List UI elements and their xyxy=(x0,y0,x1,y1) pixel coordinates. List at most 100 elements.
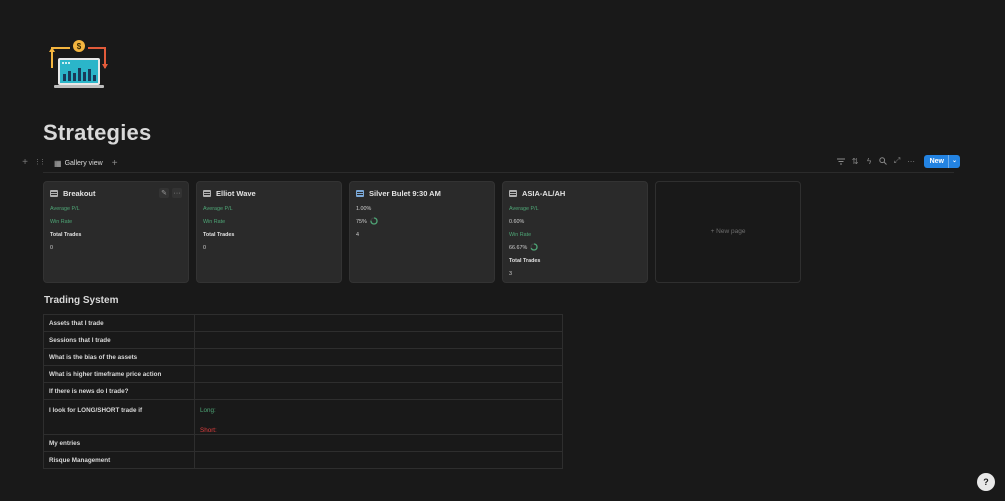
card-icon xyxy=(50,190,58,197)
table-row: What is the bias of the assets xyxy=(43,348,563,366)
table-row: My entries xyxy=(43,434,563,452)
gallery-card[interactable]: Silver Bulet 9:30 AM 1.00% 75% 4 xyxy=(349,181,495,283)
card-property-value: Total Trades xyxy=(50,232,82,238)
table-row: Risque Management xyxy=(43,451,563,469)
row-value-cell[interactable] xyxy=(194,314,563,332)
card-header: Breakout xyxy=(50,189,96,198)
card-property-value: 66.67% xyxy=(509,245,528,251)
card-property: 0 xyxy=(203,244,234,257)
card-header: Elliot Wave xyxy=(203,189,256,198)
sort-icon[interactable]: ⇅ xyxy=(851,154,860,168)
gallery-card[interactable]: Elliot Wave Average P/L Win Rate Total Trad… xyxy=(196,181,342,283)
chevron-down-icon[interactable]: ⌄ xyxy=(947,154,960,168)
database-toolbar: + ⋮⋮ ▦ Gallery view + ⇅ ϟ ⤢ ··· New ⌄ xyxy=(20,154,960,170)
card-property-value: 4 xyxy=(356,232,359,238)
new-button[interactable]: New ⌄ xyxy=(923,154,960,168)
card-property-value: 0.60% xyxy=(509,219,525,225)
card-property: Win Rate xyxy=(203,218,234,231)
card-property-value: Total Trades xyxy=(509,258,541,264)
card-properties: Average P/L 0.60% Win Rate 66.67% Total Trad… xyxy=(509,205,540,283)
progress-ring xyxy=(370,217,378,225)
card-property-value: 75% xyxy=(356,219,367,225)
row-value-cell[interactable] xyxy=(194,382,563,400)
more-icon[interactable]: ··· xyxy=(907,154,916,168)
card-property: Total Trades xyxy=(509,257,540,270)
view-tabs: + ⋮⋮ ▦ Gallery view + xyxy=(20,156,118,170)
card-property: Total Trades xyxy=(50,231,81,244)
search-icon[interactable] xyxy=(879,154,888,168)
card-property-value: Win Rate xyxy=(203,219,226,225)
svg-text:$: $ xyxy=(77,42,82,51)
card-properties: 1.00% 75% 4 xyxy=(356,205,378,244)
card-title: Silver Bulet 9:30 AM xyxy=(369,189,441,198)
card-title: Elliot Wave xyxy=(216,189,256,198)
card-icon xyxy=(203,190,211,197)
gallery-card[interactable]: Breakout ✎ ··· Average P/L Win Rate Total Tra… xyxy=(43,181,189,283)
card-property: Total Trades xyxy=(203,231,234,244)
gallery-card[interactable]: ASIA-AL/AH Average P/L 0.60% Win Rate 66.67%… xyxy=(502,181,648,283)
new-page-card[interactable]: + New page xyxy=(655,181,801,283)
progress-ring xyxy=(530,243,538,251)
drag-handle-icon[interactable]: ⋮⋮ xyxy=(34,156,46,170)
card-property: 66.67% xyxy=(509,243,540,257)
short-label: Short: xyxy=(200,427,217,434)
gallery-icon: ▦ xyxy=(54,158,62,168)
card-property: 0.60% xyxy=(509,218,540,231)
table-row: I look for LONG/SHORT trade if Long: Short… xyxy=(43,399,563,435)
card-property: 0 xyxy=(50,244,81,257)
card-property: 4 xyxy=(356,231,378,244)
card-header: Silver Bulet 9:30 AM xyxy=(356,189,441,198)
row-value-cell[interactable] xyxy=(194,434,563,452)
card-property-value: Average P/L xyxy=(509,206,539,212)
card-property-value: 1.00% xyxy=(356,206,372,212)
row-label: Sessions that I trade xyxy=(43,331,195,349)
row-label: My entries xyxy=(43,434,195,452)
card-property: Average P/L xyxy=(509,205,540,218)
new-page-label: + New page xyxy=(710,228,746,235)
table-row: What is higher timeframe price action xyxy=(43,365,563,383)
card-icon xyxy=(509,190,517,197)
toolbar-divider xyxy=(43,172,954,173)
add-block-icon[interactable]: + xyxy=(20,156,30,170)
section-title-trading-system: Trading System xyxy=(44,295,119,306)
card-header: ASIA-AL/AH xyxy=(509,189,565,198)
expand-icon[interactable]: ⤢ xyxy=(893,154,902,168)
image-icon xyxy=(356,190,364,197)
card-property: Win Rate xyxy=(50,218,81,231)
card-title: Breakout xyxy=(63,189,96,198)
more-icon[interactable]: ··· xyxy=(172,188,182,198)
help-button[interactable]: ? xyxy=(977,473,995,491)
card-property: 75% xyxy=(356,217,378,231)
row-label: If there is news do I trade? xyxy=(43,382,195,400)
card-properties: Average P/L Win Rate Total Trades 0 xyxy=(50,205,81,257)
add-view-button[interactable]: + xyxy=(112,158,118,169)
row-value-cell[interactable] xyxy=(194,365,563,383)
card-property-value: Win Rate xyxy=(50,219,73,225)
trading-chart-icon: $ xyxy=(49,40,108,88)
card-property: Average P/L xyxy=(203,205,234,218)
card-actions: ✎ ··· xyxy=(159,188,182,198)
card-property: 3 xyxy=(509,270,540,283)
table-row: Sessions that I trade xyxy=(43,331,563,349)
card-property-value: 3 xyxy=(509,271,512,277)
card-property-value: Average P/L xyxy=(203,206,233,212)
page-title[interactable]: Strategies xyxy=(43,120,151,146)
lightning-icon[interactable]: ϟ xyxy=(865,154,874,168)
card-property: Average P/L xyxy=(50,205,81,218)
page-icon-trading-chart[interactable]: $ xyxy=(48,38,110,92)
edit-icon[interactable]: ✎ xyxy=(159,188,169,198)
trading-system-table: Assets that I trade Sessions that I trade… xyxy=(43,314,563,469)
new-button-label: New xyxy=(929,157,944,165)
row-value-cell[interactable]: Long: Short: xyxy=(194,399,563,435)
row-label: What is the bias of the assets xyxy=(43,348,195,366)
card-property-value: 0 xyxy=(203,245,206,251)
row-value-cell[interactable] xyxy=(194,451,563,469)
row-label: Assets that I trade xyxy=(43,314,195,332)
filter-icon[interactable] xyxy=(837,154,846,168)
card-property-value: Win Rate xyxy=(509,232,532,238)
row-value-cell[interactable] xyxy=(194,348,563,366)
tab-gallery-view[interactable]: ▦ Gallery view xyxy=(54,159,103,168)
card-property-value: 0 xyxy=(50,245,53,251)
row-label: Risque Management xyxy=(43,451,195,469)
row-value-cell[interactable] xyxy=(194,331,563,349)
